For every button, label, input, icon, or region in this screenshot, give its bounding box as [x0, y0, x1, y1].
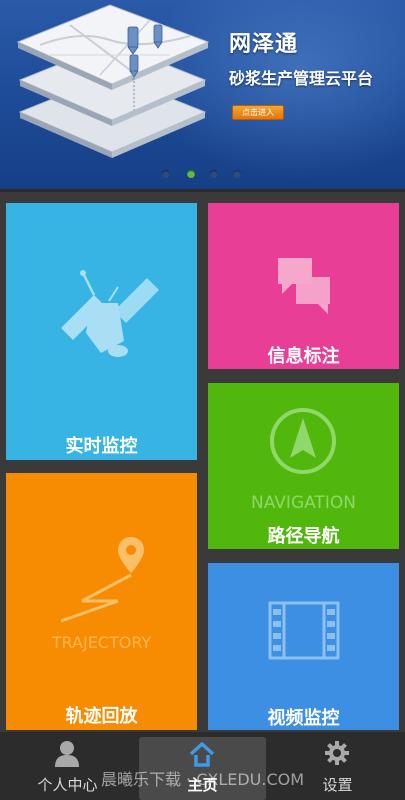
- site-watermark: 晨曦乐下载 · CXLEDU.COM: [100, 770, 305, 789]
- satellite-icon: [61, 270, 159, 357]
- trajectory-watermark: TRAJECTORY: [51, 633, 152, 652]
- tile-video-monitor-label: 视频监控: [267, 708, 340, 729]
- home-icon: [189, 742, 215, 767]
- tile-trajectory-playback[interactable]: TRAJECTORY 轨迹回放: [6, 473, 197, 730]
- tile-info-annotation[interactable]: 信息标注: [208, 203, 399, 369]
- user-icon: [55, 741, 79, 767]
- banner-subtitle: 砂浆生产管理云平台: [229, 69, 374, 88]
- map-layers-illustration: [16, 4, 210, 158]
- tile-realtime-monitor[interactable]: 实时监控: [6, 203, 197, 460]
- map-pin-route-icon: [60, 537, 144, 623]
- enter-button[interactable]: 点击进入: [232, 105, 284, 120]
- promo-banner[interactable]: 网泽通 砂浆生产管理云平台 点击进入: [0, 0, 405, 192]
- carousel-dot-1[interactable]: [162, 170, 170, 178]
- banner-title: 网泽通: [229, 32, 299, 57]
- carousel-dots: [0, 168, 405, 180]
- tile-navigation-label: 路径导航: [267, 526, 340, 547]
- carousel-dot-2[interactable]: [187, 170, 195, 178]
- navigation-watermark: NAVIGATION: [251, 493, 356, 513]
- tile-info-annotation-label: 信息标注: [267, 346, 340, 367]
- tile-video-monitor[interactable]: 视频监控: [208, 563, 399, 730]
- carousel-dot-3[interactable]: [210, 170, 218, 178]
- carousel-dot-4[interactable]: [233, 170, 241, 178]
- tile-navigation[interactable]: NAVIGATION 路径导航: [208, 383, 399, 549]
- gear-icon: [325, 741, 349, 765]
- tile-realtime-monitor-label: 实时监控: [65, 436, 138, 457]
- tile-trajectory-playback-label: 轨迹回放: [65, 706, 138, 727]
